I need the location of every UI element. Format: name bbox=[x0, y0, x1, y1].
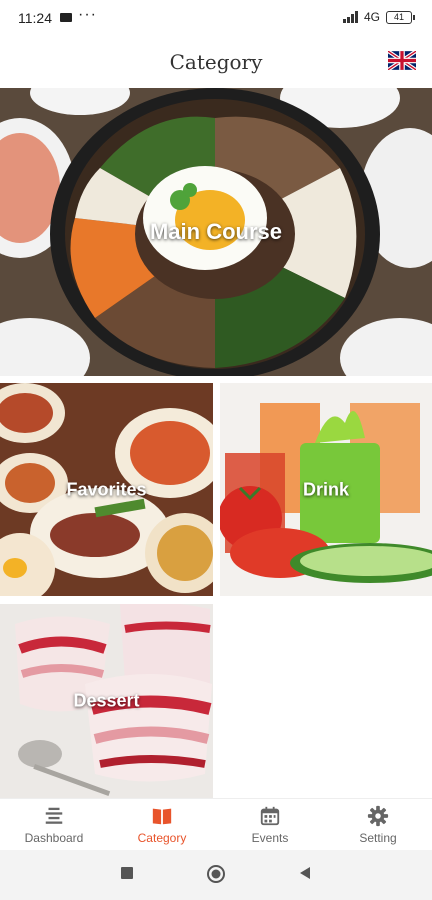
category-label: Drink bbox=[302, 479, 349, 499]
gear-icon bbox=[367, 805, 389, 827]
home-button[interactable] bbox=[206, 864, 226, 884]
bottom-tab-bar: Dashboard Category Events Setting bbox=[0, 798, 432, 851]
category-label: Favorites bbox=[66, 479, 147, 499]
tab-dashboard[interactable]: Dashboard bbox=[0, 799, 108, 851]
category-drink[interactable]: Drink bbox=[220, 383, 432, 596]
tab-label: Category bbox=[137, 831, 187, 845]
network-type: 4G bbox=[363, 10, 380, 24]
more-notifications-icon: ··· bbox=[78, 6, 97, 23]
status-bar: 11:24 ··· 4G 41 bbox=[0, 0, 432, 36]
category-main-course[interactable]: Main Course bbox=[0, 88, 432, 376]
tab-category[interactable]: Category bbox=[108, 799, 216, 851]
tab-label: Dashboard bbox=[24, 831, 84, 845]
category-dessert[interactable]: Dessert bbox=[0, 604, 213, 798]
category-label: Dessert bbox=[73, 690, 140, 711]
battery-icon: 41 bbox=[386, 10, 415, 24]
tab-setting[interactable]: Setting bbox=[324, 799, 432, 851]
tab-label: Setting bbox=[359, 831, 397, 845]
recents-button[interactable] bbox=[119, 865, 135, 881]
calendar-icon bbox=[260, 806, 280, 826]
tab-label: Events bbox=[251, 831, 289, 845]
page-title: Category bbox=[169, 50, 263, 74]
category-label: Main Course bbox=[149, 219, 283, 244]
category-favorites[interactable]: Favorites bbox=[0, 383, 213, 596]
back-button[interactable] bbox=[297, 865, 313, 881]
system-navigation-bar bbox=[0, 850, 432, 900]
message-icon bbox=[60, 13, 72, 22]
app-header: Category bbox=[0, 36, 432, 89]
battery-level: 41 bbox=[393, 11, 404, 22]
dashboard-icon bbox=[45, 807, 63, 824]
book-icon bbox=[152, 808, 172, 825]
tab-events[interactable]: Events bbox=[216, 799, 324, 851]
uk-flag-icon[interactable] bbox=[388, 51, 416, 70]
status-time: 11:24 bbox=[18, 10, 52, 26]
signal-icon bbox=[342, 11, 358, 23]
